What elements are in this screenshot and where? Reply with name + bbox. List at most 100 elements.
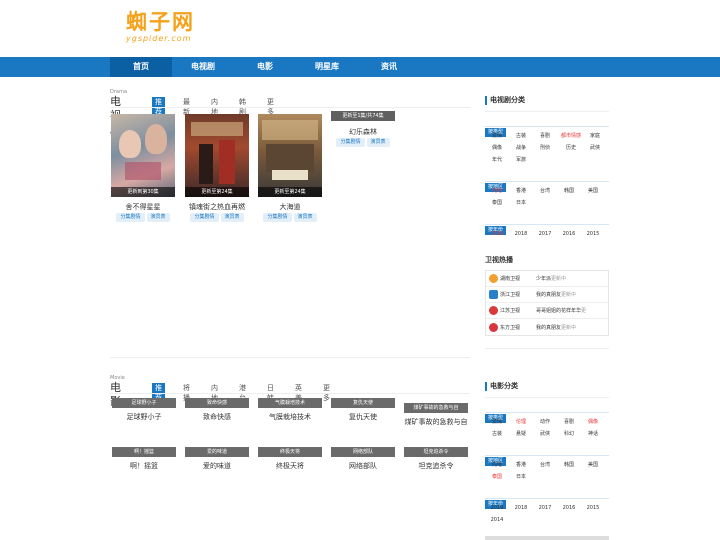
tv-card-title[interactable]: 幻乐森林 bbox=[331, 127, 395, 137]
movie-card[interactable]: 气膜栽培技术 气膜栽培技术 bbox=[258, 398, 322, 422]
movie-image-alt[interactable]: 致命快感 bbox=[185, 398, 249, 408]
movie-image-alt[interactable]: 气膜栽培技术 bbox=[258, 398, 322, 408]
tv-card[interactable]: 更新至第24集 镇魂街之热血再燃 分集剧情 演员表 bbox=[185, 114, 249, 222]
tv-year-chip[interactable]: 2019 bbox=[485, 228, 509, 240]
movie-card[interactable]: 足球野小子 足球野小子 bbox=[112, 398, 176, 422]
movie-image-alt[interactable]: 网络部队 bbox=[331, 447, 395, 457]
movie-year-chip[interactable]: 2019 bbox=[485, 502, 509, 514]
tv-type-chip[interactable]: 古装 bbox=[509, 130, 533, 142]
movie-title[interactable]: 终极天将 bbox=[258, 461, 322, 471]
tv-poster[interactable]: 更新至第24集 bbox=[258, 114, 322, 197]
satellite-row[interactable]: 东方卫视 我的真朋友更新中 bbox=[486, 319, 608, 335]
satellite-row[interactable]: 江苏卫视 哥哥姐姐的花样年华更 bbox=[486, 303, 608, 319]
tv-type-chip[interactable]: 都市情感 bbox=[557, 130, 585, 142]
tv-poster[interactable]: 更新到第30集 bbox=[111, 114, 175, 197]
movie-year-chip[interactable]: 2015 bbox=[581, 502, 605, 514]
movie-card[interactable]: 煤矿事故的急救与自 煤矿事故的急救与自 bbox=[404, 403, 468, 427]
movie-type-chip[interactable]: 动作 bbox=[533, 416, 557, 428]
movie-image-alt[interactable]: 终极天将 bbox=[258, 447, 322, 457]
tv-area-chip[interactable]: 泰国 bbox=[485, 197, 509, 209]
movie-card[interactable]: 终极天将 终极天将 bbox=[258, 447, 322, 471]
show-name[interactable]: 我的真朋友 bbox=[536, 325, 561, 331]
movie-type-chip[interactable]: 偶像 bbox=[581, 416, 605, 428]
episode-plot-tag[interactable]: 分集剧情 bbox=[336, 138, 365, 147]
episode-plot-tag[interactable]: 分集剧情 bbox=[263, 213, 292, 222]
tv-card[interactable]: 更新至1集/共74集 幻乐森林 分集剧情 演员表 bbox=[331, 111, 395, 147]
tv-year-chip[interactable]: 2015 bbox=[581, 228, 605, 240]
movie-year-chip[interactable]: 2014 bbox=[485, 514, 509, 526]
episode-plot-tag[interactable]: 分集剧情 bbox=[190, 213, 219, 222]
movie-title[interactable]: 啊！摇篮 bbox=[112, 461, 176, 471]
movie-type-chip[interactable]: 爱情 bbox=[485, 416, 509, 428]
nav-movie[interactable]: 电影 bbox=[234, 57, 296, 77]
tv-poster[interactable]: 更新至第24集 bbox=[185, 114, 249, 197]
movie-image-alt[interactable]: 爱的味道 bbox=[185, 447, 249, 457]
tv-type-chip[interactable]: 历史 bbox=[557, 142, 585, 154]
movie-title[interactable]: 爱的味道 bbox=[185, 461, 249, 471]
tv-area-chip[interactable]: 美国 bbox=[581, 185, 605, 197]
nav-tv[interactable]: 电视剧 bbox=[172, 57, 234, 77]
movie-card[interactable]: 致命快感 致命快感 bbox=[185, 398, 249, 422]
movie-image-alt[interactable]: 足球野小子 bbox=[112, 398, 176, 408]
movie-area-chip[interactable]: 内地 bbox=[485, 459, 509, 471]
cast-tag[interactable]: 演员表 bbox=[293, 213, 317, 222]
tv-type-chip[interactable]: 家庭 bbox=[585, 130, 605, 142]
movie-image-alt[interactable]: 煤矿事故的急救与自 bbox=[404, 403, 468, 413]
tv-type-chip[interactable]: 年代 bbox=[485, 154, 509, 166]
movie-area-chip[interactable]: 台湾 bbox=[533, 459, 557, 471]
tv-card-title[interactable]: 舍不得星星 bbox=[111, 202, 175, 212]
movie-image-alt[interactable]: 复仇天使 bbox=[331, 398, 395, 408]
nav-home[interactable]: 首页 bbox=[110, 57, 172, 77]
movie-area-chip[interactable]: 香港 bbox=[509, 459, 533, 471]
cast-tag[interactable]: 演员表 bbox=[146, 213, 170, 222]
movie-card[interactable]: 网络部队 网络部队 bbox=[331, 447, 395, 471]
tv-type-chip[interactable]: 军旅 bbox=[509, 154, 533, 166]
movie-type-chip[interactable]: 神话 bbox=[581, 428, 605, 440]
tv-card[interactable]: 更新至第24集 大海道 分集剧情 演员表 bbox=[258, 114, 322, 222]
movie-title[interactable]: 致命快感 bbox=[185, 412, 249, 422]
tv-type-chip[interactable]: 爱情 bbox=[485, 130, 509, 142]
movie-title[interactable]: 复仇天使 bbox=[331, 412, 395, 422]
tv-type-chip[interactable]: 武侠 bbox=[585, 142, 605, 154]
tv-type-chip[interactable]: 喜剧 bbox=[533, 130, 557, 142]
show-name[interactable]: 少年派 bbox=[536, 276, 551, 282]
tv-card-title[interactable]: 大海道 bbox=[258, 202, 322, 212]
cast-tag[interactable]: 演员表 bbox=[366, 138, 390, 147]
tv-year-chip[interactable]: 2016 bbox=[557, 228, 581, 240]
movie-image-alt[interactable]: 啊！摇篮 bbox=[112, 447, 176, 457]
nav-news[interactable]: 资讯 bbox=[358, 57, 420, 77]
tv-area-chip[interactable]: 香港 bbox=[509, 185, 533, 197]
movie-type-chip[interactable]: 喜剧 bbox=[557, 416, 581, 428]
show-name[interactable]: 哥哥姐姐的花样年华 bbox=[536, 308, 581, 314]
movie-title[interactable]: 坦克追杀令 bbox=[404, 461, 468, 471]
movie-type-chip[interactable]: 悬疑 bbox=[509, 428, 533, 440]
tv-card[interactable]: 更新到第30集 舍不得星星 分集剧情 演员表 bbox=[111, 114, 175, 222]
tv-area-chip[interactable]: 内地 bbox=[485, 185, 509, 197]
movie-type-chip[interactable]: 古装 bbox=[485, 428, 509, 440]
tv-card-title[interactable]: 镇魂街之热血再燃 bbox=[185, 202, 249, 212]
tv-type-chip[interactable]: 偶像 bbox=[485, 142, 509, 154]
movie-year-chip[interactable]: 2016 bbox=[557, 502, 581, 514]
episode-plot-tag[interactable]: 分集剧情 bbox=[116, 213, 145, 222]
tv-type-chip[interactable]: 战争 bbox=[509, 142, 533, 154]
tv-area-chip[interactable]: 日本 bbox=[509, 197, 533, 209]
movie-year-chip[interactable]: 2017 bbox=[533, 502, 557, 514]
nav-stars[interactable]: 明星库 bbox=[296, 57, 358, 77]
movie-year-chip[interactable]: 2018 bbox=[509, 502, 533, 514]
movie-card[interactable]: 坦克追杀令 坦克追杀令 bbox=[404, 447, 468, 471]
movie-image-alt[interactable]: 坦克追杀令 bbox=[404, 447, 468, 457]
movie-area-chip[interactable]: 泰国 bbox=[485, 471, 509, 483]
site-logo[interactable]: 蜘子网 ygspider.com bbox=[126, 10, 216, 48]
tv-year-chip[interactable]: 2018 bbox=[509, 228, 533, 240]
movie-title[interactable]: 网络部队 bbox=[331, 461, 395, 471]
movie-card[interactable]: 啊！摇篮 啊！摇篮 bbox=[112, 447, 176, 471]
movie-area-chip[interactable]: 韩国 bbox=[557, 459, 581, 471]
movie-type-chip[interactable]: 科幻 bbox=[557, 428, 581, 440]
movie-title[interactable]: 足球野小子 bbox=[112, 412, 176, 422]
tv-year-chip[interactable]: 2017 bbox=[533, 228, 557, 240]
movie-area-chip[interactable]: 日本 bbox=[509, 471, 533, 483]
show-name[interactable]: 我的真朋友 bbox=[536, 292, 561, 298]
cast-tag[interactable]: 演员表 bbox=[220, 213, 244, 222]
movie-card[interactable]: 爱的味道 爱的味道 bbox=[185, 447, 249, 471]
satellite-row[interactable]: 浙江卫视 我的真朋友更新中 bbox=[486, 287, 608, 303]
